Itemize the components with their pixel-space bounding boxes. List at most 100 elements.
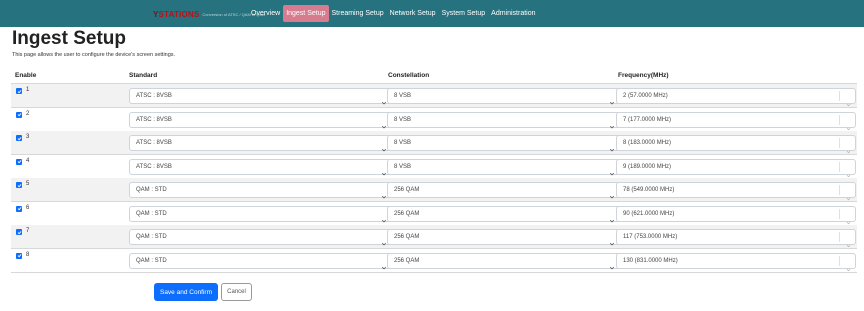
- checkbox-checked-icon[interactable]: [16, 182, 22, 188]
- frequency-select[interactable]: 117 (753.0000 MHz): [616, 229, 856, 248]
- nav-ingest-setup[interactable]: Ingest Setup: [283, 5, 329, 22]
- standard-select[interactable]: QAM : STD: [129, 252, 393, 269]
- constellation-value: 8 VSB: [394, 163, 412, 170]
- frequency-select[interactable]: 78 (549.0000 MHz): [616, 182, 856, 201]
- standard-value: ATSC : 8VSB: [136, 140, 172, 146]
- row-divider: [11, 271, 857, 273]
- frequency-value: 8 (183.0000 MHz): [623, 140, 672, 146]
- chevron-down-icon: [846, 212, 851, 224]
- chevron-down-icon: [846, 94, 851, 107]
- row-number: 6: [26, 204, 30, 211]
- table-row: 6 QAM : STD 256 QAM 90 (621.0000 MHz): [11, 202, 857, 226]
- constellation-select[interactable]: 8 VSB: [387, 158, 621, 175]
- top-navbar: YSTATIONS Conversion of ATSC / QAM to Ip…: [0, 0, 864, 27]
- constellation-select[interactable]: 8 VSB: [387, 88, 621, 105]
- standard-select[interactable]: ATSC : 8VSB: [129, 158, 393, 175]
- select-divider: [839, 138, 840, 148]
- standard-select[interactable]: ATSC : 8VSB: [129, 135, 393, 152]
- select-divider: [839, 161, 840, 172]
- select-divider: [839, 208, 840, 219]
- main-nav: Overview Ingest Setup Streaming Setup Ne…: [248, 5, 539, 22]
- constellation-select[interactable]: 256 QAM: [387, 229, 621, 246]
- table-row: 3 ATSC : 8VSB 8 VSB 8 (183.0000 MHz): [11, 131, 857, 155]
- standard-value: QAM : STD: [136, 257, 167, 264]
- standard-select[interactable]: QAM : STD: [129, 205, 393, 222]
- frequency-select[interactable]: 7 (177.0000 MHz): [616, 111, 856, 130]
- frequency-value: 9 (189.0000 MHz): [623, 163, 672, 170]
- nav-network-setup[interactable]: Network Setup: [387, 5, 439, 22]
- constellation-select[interactable]: 256 QAM: [387, 182, 621, 199]
- frequency-value: 2 (57.0000 MHz): [623, 93, 668, 99]
- save-and-confirm-button[interactable]: Save and Confirm: [154, 283, 218, 301]
- nav-overview[interactable]: Overview: [248, 5, 283, 22]
- frequency-value: 130 (831.0000 MHz): [623, 257, 678, 264]
- constellation-select[interactable]: 256 QAM: [387, 205, 621, 222]
- nav-streaming-setup[interactable]: Streaming Setup: [329, 5, 387, 22]
- standard-select[interactable]: ATSC : 8VSB: [129, 111, 393, 128]
- checkbox-checked-icon[interactable]: [16, 111, 22, 118]
- page-description: This page allows the user to configure t…: [12, 52, 176, 58]
- cancel-button[interactable]: Cancel: [221, 283, 252, 301]
- frequency-select[interactable]: 2 (57.0000 MHz): [616, 88, 856, 107]
- standard-value: ATSC : 8VSB: [136, 93, 172, 99]
- brand-logo: YSTATIONS: [153, 9, 200, 19]
- constellation-select[interactable]: 256 QAM: [387, 252, 621, 269]
- checkbox-checked-icon[interactable]: [16, 158, 22, 165]
- checkbox-checked-icon[interactable]: [16, 88, 22, 94]
- frequency-value: 7 (177.0000 MHz): [623, 116, 672, 123]
- standard-value: QAM : STD: [136, 210, 167, 217]
- column-header-standard: Standard: [129, 72, 158, 79]
- frequency-select[interactable]: 90 (621.0000 MHz): [616, 205, 856, 224]
- page-title: Ingest Setup: [12, 28, 127, 49]
- column-header-constellation: Constellation: [388, 72, 430, 79]
- select-divider: [839, 114, 840, 125]
- nav-system-setup[interactable]: System Setup: [439, 5, 489, 22]
- frequency-select[interactable]: 9 (189.0000 MHz): [616, 158, 856, 177]
- chevron-down-icon: [846, 118, 851, 130]
- table-row: 5 QAM : STD 256 QAM 78 (549.0000 MHz): [11, 178, 857, 202]
- frequency-select[interactable]: 130 (831.0000 MHz): [616, 252, 856, 271]
- row-number: 5: [26, 181, 30, 187]
- chevron-down-icon: [846, 165, 851, 177]
- constellation-value: 8 VSB: [394, 140, 412, 146]
- table-row: 8 QAM : STD 256 QAM 130 (831.0000 MHz): [11, 249, 857, 273]
- frequency-select[interactable]: 8 (183.0000 MHz): [616, 135, 856, 154]
- constellation-select[interactable]: 8 VSB: [387, 135, 621, 152]
- constellation-value: 8 VSB: [394, 116, 412, 123]
- standard-value: QAM : STD: [136, 187, 167, 193]
- row-number: 7: [26, 228, 30, 234]
- table-row: 2 ATSC : 8VSB 8 VSB 7 (177.0000 MHz): [11, 108, 857, 132]
- standard-value: ATSC : 8VSB: [136, 163, 172, 170]
- constellation-value: 256 QAM: [394, 187, 420, 193]
- checkbox-checked-icon[interactable]: [16, 135, 22, 141]
- select-divider: [839, 232, 840, 242]
- constellation-value: 256 QAM: [394, 257, 420, 264]
- standard-select[interactable]: QAM : STD: [129, 182, 393, 199]
- row-number: 2: [26, 110, 30, 117]
- standard-value: QAM : STD: [136, 234, 167, 240]
- column-header-frequency: Frequency(MHz): [618, 72, 669, 79]
- select-divider: [839, 185, 840, 195]
- standard-select[interactable]: QAM : STD: [129, 229, 393, 246]
- chevron-down-icon: [609, 93, 615, 105]
- nav-administration[interactable]: Administration: [488, 5, 538, 22]
- chevron-down-icon: [609, 211, 615, 222]
- standard-select[interactable]: ATSC : 8VSB: [129, 88, 393, 105]
- row-number: 1: [26, 87, 30, 93]
- chevron-down-icon: [846, 259, 851, 271]
- table-row: 7 QAM : STD 256 QAM 117 (753.0000 MHz): [11, 225, 857, 249]
- checkbox-checked-icon[interactable]: [16, 205, 22, 212]
- constellation-value: 8 VSB: [394, 93, 412, 99]
- checkbox-checked-icon[interactable]: [16, 252, 22, 259]
- frequency-value: 90 (621.0000 MHz): [623, 210, 675, 217]
- row-number: 4: [26, 157, 30, 164]
- chevron-down-icon: [846, 188, 851, 201]
- chevron-down-icon: [609, 234, 615, 246]
- chevron-down-icon: [609, 140, 615, 152]
- table-row: 4 ATSC : 8VSB 8 VSB 9 (189.0000 MHz): [11, 155, 857, 179]
- constellation-value: 256 QAM: [394, 210, 420, 217]
- chevron-down-icon: [846, 141, 851, 154]
- constellation-select[interactable]: 8 VSB: [387, 111, 621, 128]
- checkbox-checked-icon[interactable]: [16, 229, 22, 235]
- select-divider: [839, 91, 840, 101]
